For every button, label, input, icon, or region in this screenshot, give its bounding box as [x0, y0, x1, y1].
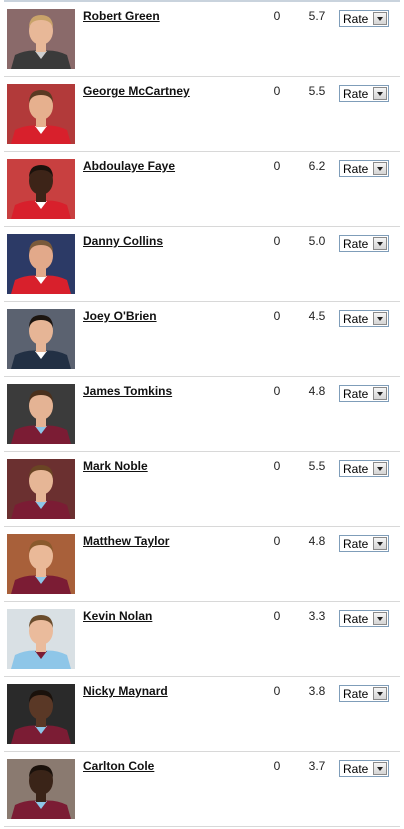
- player-score: 4.5: [308, 309, 326, 323]
- chevron-down-icon[interactable]: [373, 237, 387, 250]
- player-photo: [7, 9, 75, 69]
- vote-count: 0: [273, 84, 281, 98]
- rate-select-value: Rate: [343, 687, 369, 701]
- rate-select[interactable]: Rate: [339, 535, 389, 552]
- rate-select-value: Rate: [343, 12, 369, 26]
- player-name-link[interactable]: George McCartney: [83, 84, 190, 98]
- player-score: 5.5: [308, 459, 326, 473]
- rate-select[interactable]: Rate: [339, 685, 389, 702]
- player-name-link[interactable]: Mark Noble: [83, 459, 148, 473]
- player-score: 4.8: [308, 534, 326, 548]
- rate-select-value: Rate: [343, 612, 369, 626]
- player-row-1: Robert Green 0 5.7 Rate: [4, 2, 400, 77]
- player-photo: [7, 534, 75, 594]
- vote-count: 0: [273, 384, 281, 398]
- player-name-link[interactable]: Danny Collins: [83, 234, 163, 248]
- player-score: 3.3: [308, 609, 326, 623]
- vote-count: 0: [273, 459, 281, 473]
- rate-select-value: Rate: [343, 162, 369, 176]
- player-row-3: Abdoulaye Faye 0 6.2 Rate: [4, 152, 400, 227]
- player-row-2: George McCartney 0 5.5 Rate: [4, 77, 400, 152]
- vote-count: 0: [273, 234, 281, 248]
- player-photo: [7, 84, 75, 144]
- player-photo: [7, 759, 75, 819]
- player-photo: [7, 459, 75, 519]
- player-name-link[interactable]: Matthew Taylor: [83, 534, 169, 548]
- player-name-link[interactable]: Kevin Nolan: [83, 609, 152, 623]
- player-name-link[interactable]: James Tomkins: [83, 384, 172, 398]
- player-score: 5.7: [308, 9, 326, 23]
- chevron-down-icon[interactable]: [373, 687, 387, 700]
- player-photo: [7, 384, 75, 444]
- vote-count: 0: [273, 9, 281, 23]
- rate-select-value: Rate: [343, 462, 369, 476]
- rate-select[interactable]: Rate: [339, 235, 389, 252]
- player-photo: [7, 159, 75, 219]
- chevron-down-icon[interactable]: [373, 612, 387, 625]
- rate-select[interactable]: Rate: [339, 10, 389, 27]
- player-photo: [7, 309, 75, 369]
- player-row-4: Danny Collins 0 5.0 Rate: [4, 227, 400, 302]
- player-row-6: James Tomkins 0 4.8 Rate: [4, 377, 400, 452]
- vote-count: 0: [273, 534, 281, 548]
- player-row-9: Kevin Nolan 0 3.3 Rate: [4, 602, 400, 677]
- chevron-down-icon[interactable]: [373, 87, 387, 100]
- rate-select-value: Rate: [343, 387, 369, 401]
- vote-count: 0: [273, 609, 281, 623]
- rate-select[interactable]: Rate: [339, 760, 389, 777]
- rate-select[interactable]: Rate: [339, 610, 389, 627]
- chevron-down-icon[interactable]: [373, 12, 387, 25]
- rate-select-value: Rate: [343, 537, 369, 551]
- player-row-10: Nicky Maynard 0 3.8 Rate: [4, 677, 400, 752]
- player-name-link[interactable]: Nicky Maynard: [83, 684, 168, 698]
- rate-select[interactable]: Rate: [339, 310, 389, 327]
- player-row-5: Joey O'Brien 0 4.5 Rate: [4, 302, 400, 377]
- player-name-link[interactable]: Robert Green: [83, 9, 160, 23]
- rate-select-value: Rate: [343, 312, 369, 326]
- rate-select[interactable]: Rate: [339, 85, 389, 102]
- player-photo: [7, 234, 75, 294]
- player-score: 4.8: [308, 384, 326, 398]
- player-row-11: Carlton Cole 0 3.7 Rate: [4, 752, 400, 827]
- rate-select[interactable]: Rate: [339, 460, 389, 477]
- player-score: 3.7: [308, 759, 326, 773]
- player-score: 3.8: [308, 684, 326, 698]
- rate-select-value: Rate: [343, 87, 369, 101]
- player-score: 5.0: [308, 234, 326, 248]
- player-photo: [7, 609, 75, 669]
- vote-count: 0: [273, 159, 281, 173]
- chevron-down-icon[interactable]: [373, 762, 387, 775]
- player-ratings-list: Robert Green 0 5.7 Rate George McCartney…: [4, 0, 400, 827]
- player-name-link[interactable]: Carlton Cole: [83, 759, 154, 773]
- vote-count: 0: [273, 684, 281, 698]
- vote-count: 0: [273, 759, 281, 773]
- rate-select-value: Rate: [343, 237, 369, 251]
- vote-count: 0: [273, 309, 281, 323]
- player-name-link[interactable]: Joey O'Brien: [83, 309, 157, 323]
- rate-select[interactable]: Rate: [339, 385, 389, 402]
- chevron-down-icon[interactable]: [373, 312, 387, 325]
- player-row-8: Matthew Taylor 0 4.8 Rate: [4, 527, 400, 602]
- rate-select[interactable]: Rate: [339, 160, 389, 177]
- player-score: 5.5: [308, 84, 326, 98]
- chevron-down-icon[interactable]: [373, 462, 387, 475]
- rate-select-value: Rate: [343, 762, 369, 776]
- player-score: 6.2: [308, 159, 326, 173]
- chevron-down-icon[interactable]: [373, 162, 387, 175]
- chevron-down-icon[interactable]: [373, 387, 387, 400]
- chevron-down-icon[interactable]: [373, 537, 387, 550]
- player-photo: [7, 684, 75, 744]
- player-name-link[interactable]: Abdoulaye Faye: [83, 159, 175, 173]
- player-row-7: Mark Noble 0 5.5 Rate: [4, 452, 400, 527]
